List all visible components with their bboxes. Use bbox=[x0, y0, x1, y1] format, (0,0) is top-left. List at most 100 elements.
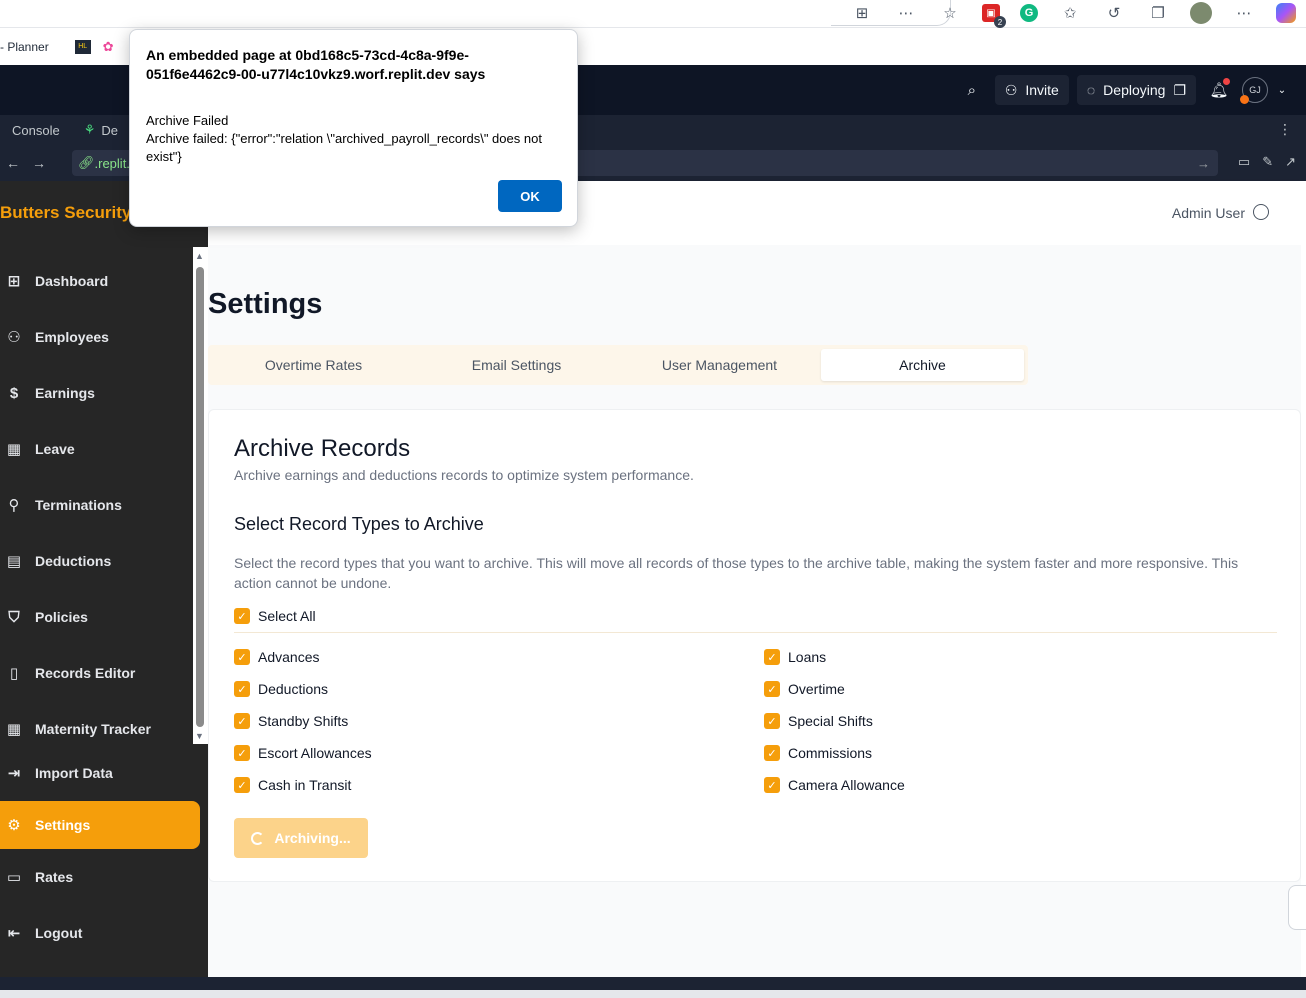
archive-button[interactable]: Archiving... bbox=[234, 818, 368, 858]
browser-icons: ⊞ ⋯ ☆ ▣ 2 G ✩ ↺ ❐ ⋯ bbox=[840, 0, 1306, 28]
tab-console[interactable]: Console bbox=[0, 123, 72, 138]
bell-icon[interactable]: 🔔︎ bbox=[1204, 75, 1234, 105]
tab-overtime-rates[interactable]: Overtime Rates bbox=[212, 349, 415, 381]
checkbox-deductions[interactable]: ✓ Deductions bbox=[234, 681, 328, 697]
sidebar-item-import-data[interactable]: ⇥ Import Data bbox=[0, 749, 200, 797]
deploy-icon: ⚘ bbox=[83, 122, 96, 137]
checkbox-escort-allowances[interactable]: ✓ Escort Allowances bbox=[234, 745, 372, 761]
invite-button[interactable]: ⚇ Invite bbox=[994, 75, 1069, 105]
nav-label: Maternity Tracker bbox=[35, 721, 151, 737]
tab-deployments[interactable]: ⚘ De bbox=[72, 122, 130, 138]
settings-tabs: Overtime Rates Email Settings User Manag… bbox=[208, 345, 1028, 385]
sidebar-item-rates[interactable]: ▭ Rates bbox=[0, 853, 200, 901]
page-title: Settings bbox=[208, 288, 323, 320]
more-vertical-icon[interactable]: ⋮ bbox=[1278, 121, 1292, 138]
sidebar: Butters Security ⊞ Dashboard ⚇ Employees $… bbox=[0, 181, 208, 977]
forward-icon[interactable]: → bbox=[26, 155, 52, 171]
sidebar-item-earnings[interactable]: $ Earnings bbox=[0, 369, 200, 417]
user-avatar[interactable]: GJ bbox=[1240, 77, 1268, 104]
checkbox-standby-shifts[interactable]: ✓ Standby Shifts bbox=[234, 713, 348, 729]
sidebar-item-policies[interactable]: ⛉ Policies bbox=[0, 593, 200, 641]
favorites-icon[interactable]: ✩ bbox=[1058, 3, 1082, 23]
checkbox-camera-allowance[interactable]: ✓ Camera Allowance bbox=[764, 777, 905, 793]
checkbox-commissions[interactable]: ✓ Commissions bbox=[764, 745, 872, 761]
add-user-icon: ⚇ bbox=[1004, 81, 1018, 98]
go-icon[interactable]: → bbox=[1197, 156, 1210, 171]
section-description: Select the record types that you want to… bbox=[234, 555, 1239, 591]
file-icon: ▯ bbox=[9, 665, 19, 682]
checkbox-label: Cash in Transit bbox=[258, 777, 352, 793]
ok-button[interactable]: OK bbox=[498, 180, 562, 212]
search-icon[interactable]: ⌕ bbox=[957, 75, 987, 105]
sidebar-item-deductions[interactable]: ▤ Deductions bbox=[0, 537, 200, 585]
sidebar-item-dashboard[interactable]: ⊞ Dashboard bbox=[0, 257, 200, 305]
side-widget[interactable] bbox=[1288, 885, 1306, 930]
copy-icon: ❐ bbox=[1173, 81, 1186, 98]
settings-more-icon[interactable]: ⋯ bbox=[1232, 3, 1256, 23]
user-circle-icon[interactable] bbox=[1253, 204, 1269, 220]
devices-icon[interactable]: ▭ bbox=[1238, 154, 1250, 170]
sidebar-item-employees[interactable]: ⚇ Employees bbox=[0, 313, 200, 361]
bookmark-icon-pink[interactable]: ✿ bbox=[103, 39, 114, 55]
open-external-icon[interactable]: ↗ bbox=[1285, 154, 1296, 170]
checkbox-label: Overtime bbox=[788, 681, 845, 697]
chevron-down-icon[interactable]: ⌄ bbox=[1276, 75, 1288, 105]
checkbox-loans[interactable]: ✓ Loans bbox=[764, 649, 826, 665]
checkbox-advances[interactable]: ✓ Advances bbox=[234, 649, 319, 665]
calendar-icon: ▦ bbox=[6, 721, 22, 738]
calendar-icon: ▦ bbox=[6, 441, 22, 458]
nav-label: Logout bbox=[35, 925, 83, 941]
sidebar-item-maternity-tracker[interactable]: ▦ Maternity Tracker bbox=[0, 705, 200, 753]
tab-email-settings[interactable]: Email Settings bbox=[415, 349, 618, 381]
nav-label: Terminations bbox=[35, 497, 122, 513]
notification-dot bbox=[1223, 78, 1230, 85]
loading-icon: ◌ bbox=[1086, 82, 1096, 98]
tools-icon[interactable]: ✎ bbox=[1262, 154, 1273, 170]
more-icon[interactable]: ⋯ bbox=[894, 3, 918, 23]
history-icon[interactable]: ↺ bbox=[1102, 3, 1126, 23]
checkbox-cash-in-transit[interactable]: ✓ Cash in Transit bbox=[234, 777, 351, 793]
import-icon: ⇥ bbox=[7, 765, 21, 782]
tab-archive[interactable]: Archive bbox=[821, 349, 1024, 381]
sidebar-item-terminations[interactable]: ⚲ Terminations bbox=[0, 481, 200, 529]
avatar-initials: GJ bbox=[1249, 85, 1261, 95]
select-all-checkbox[interactable]: ✓ Select All bbox=[234, 608, 316, 624]
bookmark-icon-dark[interactable]: HL bbox=[74, 39, 91, 54]
back-icon[interactable]: ← bbox=[0, 155, 26, 171]
checkbox-label: Advances bbox=[258, 649, 320, 665]
sidebar-item-logout[interactable]: ⇤ Logout bbox=[0, 909, 200, 957]
deploying-button[interactable]: ◌ Deploying ❐ bbox=[1076, 75, 1196, 105]
scroll-down-icon[interactable]: ▼ bbox=[195, 731, 204, 741]
brand-title: Butters Security bbox=[0, 203, 132, 222]
nav-label: Earnings bbox=[35, 385, 95, 401]
sidebar-item-records-editor[interactable]: ▯ Records Editor bbox=[0, 649, 200, 697]
extension-red-icon[interactable]: ▣ 2 bbox=[982, 4, 1006, 28]
link-icon: 🔗︎ bbox=[78, 155, 95, 170]
sidebar-scrollbar[interactable]: ▲ ▼ bbox=[193, 247, 208, 744]
collections-icon[interactable]: ❐ bbox=[1146, 3, 1170, 23]
admin-user-label: Admin User bbox=[1171, 205, 1245, 221]
right-edge bbox=[1301, 181, 1306, 977]
status-dot bbox=[1240, 95, 1249, 104]
nav-label: Employees bbox=[35, 329, 109, 345]
check-icon: ✓ bbox=[234, 681, 250, 697]
checkbox-label: Loans bbox=[788, 649, 827, 665]
sidebar-item-settings[interactable]: ⚙ Settings bbox=[0, 801, 200, 849]
scrollbar-thumb[interactable] bbox=[196, 267, 204, 727]
checkbox-overtime[interactable]: ✓ Overtime bbox=[764, 681, 845, 697]
apps-icon[interactable]: ⊞ bbox=[850, 3, 874, 23]
sidebar-item-leave[interactable]: ▦ Leave bbox=[0, 425, 200, 473]
tab-user-management[interactable]: User Management bbox=[618, 349, 821, 381]
grammarly-icon[interactable]: G bbox=[1020, 4, 1038, 22]
checkbox-label: Special Shifts bbox=[788, 713, 873, 729]
check-icon: ✓ bbox=[764, 681, 780, 697]
checkbox-special-shifts[interactable]: ✓ Special Shifts bbox=[764, 713, 873, 729]
copilot-icon[interactable] bbox=[1276, 3, 1296, 23]
scroll-up-icon[interactable]: ▲ bbox=[195, 251, 204, 261]
logout-icon: ⇤ bbox=[7, 925, 21, 942]
profile-avatar[interactable] bbox=[1190, 2, 1212, 24]
users-icon: ⚇ bbox=[7, 329, 21, 346]
favorite-star-icon[interactable]: ☆ bbox=[938, 3, 962, 23]
check-icon: ✓ bbox=[764, 745, 780, 761]
bookmark-planner[interactable]: - Planner bbox=[0, 40, 49, 54]
